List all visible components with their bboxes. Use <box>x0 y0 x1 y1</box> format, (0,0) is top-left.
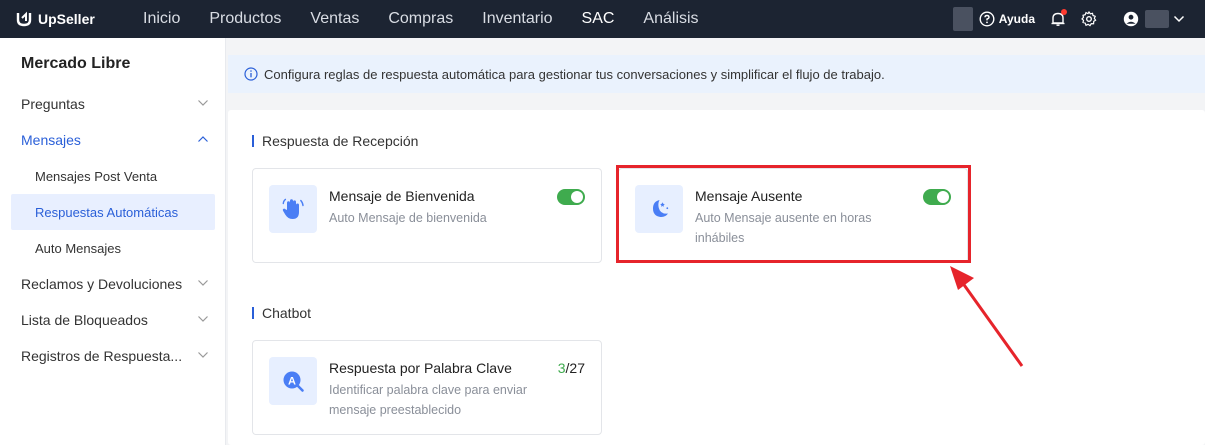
annotation-arrow-icon <box>950 266 1024 367</box>
nav-item-productos[interactable]: Productos <box>209 10 281 28</box>
card-title: Mensaje de Bienvenida <box>329 188 475 204</box>
sidebar-subitem-mensajes-post-venta[interactable]: Mensajes Post Venta <box>11 158 215 194</box>
chevron-down-icon <box>1173 15 1185 23</box>
away-message-card[interactable]: Mensaje Ausente Auto Mensaje ausente en … <box>618 168 968 263</box>
section-marker <box>252 307 254 319</box>
help-icon <box>979 11 995 27</box>
top-navbar: UpSeller Inicio Productos Ventas Compras… <box>0 0 1205 38</box>
sidebar-subitem-label: Mensajes Post Venta <box>35 168 158 184</box>
sidebar-subitem-respuestas-automaticas[interactable]: Respuestas Automáticas <box>11 194 215 230</box>
user-icon <box>1123 11 1139 27</box>
svg-text:A: A <box>288 375 296 387</box>
sidebar-item-label: Reclamos y Devoluciones <box>21 276 183 292</box>
section-title: Respuesta de Recepción <box>262 133 419 149</box>
chevron-up-icon <box>198 136 208 142</box>
keyword-count: 3/27 <box>558 360 585 376</box>
keyword-search-icon: A <box>269 357 317 405</box>
sidebar-subitem-label: Respuestas Automáticas <box>35 204 179 220</box>
settings-button[interactable] <box>1081 11 1097 27</box>
nav-item-compras[interactable]: Compras <box>388 10 453 28</box>
sidebar-item-preguntas[interactable]: Preguntas <box>0 86 226 122</box>
info-icon <box>244 67 258 81</box>
sidebar-item-registros[interactable]: Registros de Respuesta... <box>0 338 226 374</box>
info-banner-text: Configura reglas de respuesta automática… <box>264 66 885 82</box>
sidebar-item-mensajes[interactable]: Mensajes <box>0 122 226 158</box>
sidebar-item-label: Mensajes <box>21 132 81 148</box>
nav-item-inventario[interactable]: Inventario <box>482 10 552 28</box>
main-nav: Inicio Productos Ventas Compras Inventar… <box>143 0 728 38</box>
welcome-message-toggle[interactable] <box>557 189 585 205</box>
help-label: Ayuda <box>998 12 1035 26</box>
sidebar: Mercado Libre Preguntas Mensajes Mensaje… <box>0 38 226 445</box>
welcome-message-card[interactable]: Mensaje de Bienvenida Auto Mensaje de bi… <box>252 168 602 263</box>
section-chatbot: Chatbot <box>252 305 311 321</box>
keyword-count-total: /27 <box>565 360 585 376</box>
topbar-actions: Ayuda <box>952 0 1205 38</box>
help-button[interactable]: Ayuda <box>979 11 1035 27</box>
keyword-reply-card[interactable]: A Respuesta por Palabra Clave Identifica… <box>252 340 602 435</box>
notification-dot <box>1061 9 1067 15</box>
nav-item-ventas[interactable]: Ventas <box>310 10 359 28</box>
section-marker <box>252 135 254 147</box>
card-description: Auto Mensaje de bienvenida <box>329 211 487 225</box>
card-title: Respuesta por Palabra Clave <box>329 360 512 376</box>
redacted-shop-avatar[interactable] <box>952 7 973 31</box>
card-description: Auto Mensaje ausente en horas inhábiles <box>695 211 872 245</box>
info-banner: Configura reglas de respuesta automática… <box>228 55 1205 93</box>
nav-item-sac[interactable]: SAC <box>582 10 615 28</box>
sidebar-title: Mercado Libre <box>21 55 131 72</box>
wave-hand-icon <box>269 185 317 233</box>
section-title: Chatbot <box>262 305 312 321</box>
sidebar-item-label: Lista de Bloqueados <box>21 312 148 328</box>
sidebar-subitem-auto-mensajes[interactable]: Auto Mensajes <box>11 230 215 266</box>
auto-replies-panel: Respuesta de Recepción Mensaje de Bienve… <box>228 110 1205 445</box>
away-message-toggle[interactable] <box>923 189 951 205</box>
brand-logo[interactable]: UpSeller <box>14 9 124 29</box>
chevron-down-icon <box>198 100 208 106</box>
card-description: Identificar palabra clave para enviar me… <box>329 383 528 417</box>
keyword-count-used: 3 <box>557 360 566 376</box>
sidebar-item-label: Registros de Respuesta... <box>21 348 183 364</box>
gear-icon <box>1081 11 1097 27</box>
section-reception: Respuesta de Recepción <box>252 133 418 149</box>
nav-item-inicio[interactable]: Inicio <box>143 10 180 28</box>
user-menu[interactable] <box>1123 10 1185 28</box>
sidebar-item-label: Preguntas <box>21 96 85 112</box>
moon-icon <box>635 185 683 233</box>
notifications-button[interactable] <box>1051 9 1067 27</box>
brand-name: UpSeller <box>38 11 95 27</box>
chevron-down-icon <box>198 280 208 286</box>
redacted-username <box>1145 10 1169 28</box>
card-title: Mensaje Ausente <box>695 188 803 204</box>
sidebar-item-bloqueados[interactable]: Lista de Bloqueados <box>0 302 226 338</box>
nav-item-analisis[interactable]: Análisis <box>643 10 698 28</box>
sidebar-item-reclamos[interactable]: Reclamos y Devoluciones <box>0 266 226 302</box>
chevron-down-icon <box>198 352 208 358</box>
chevron-down-icon <box>198 316 208 322</box>
upseller-logo-icon <box>16 11 32 27</box>
sidebar-subitem-label: Auto Mensajes <box>35 240 121 256</box>
